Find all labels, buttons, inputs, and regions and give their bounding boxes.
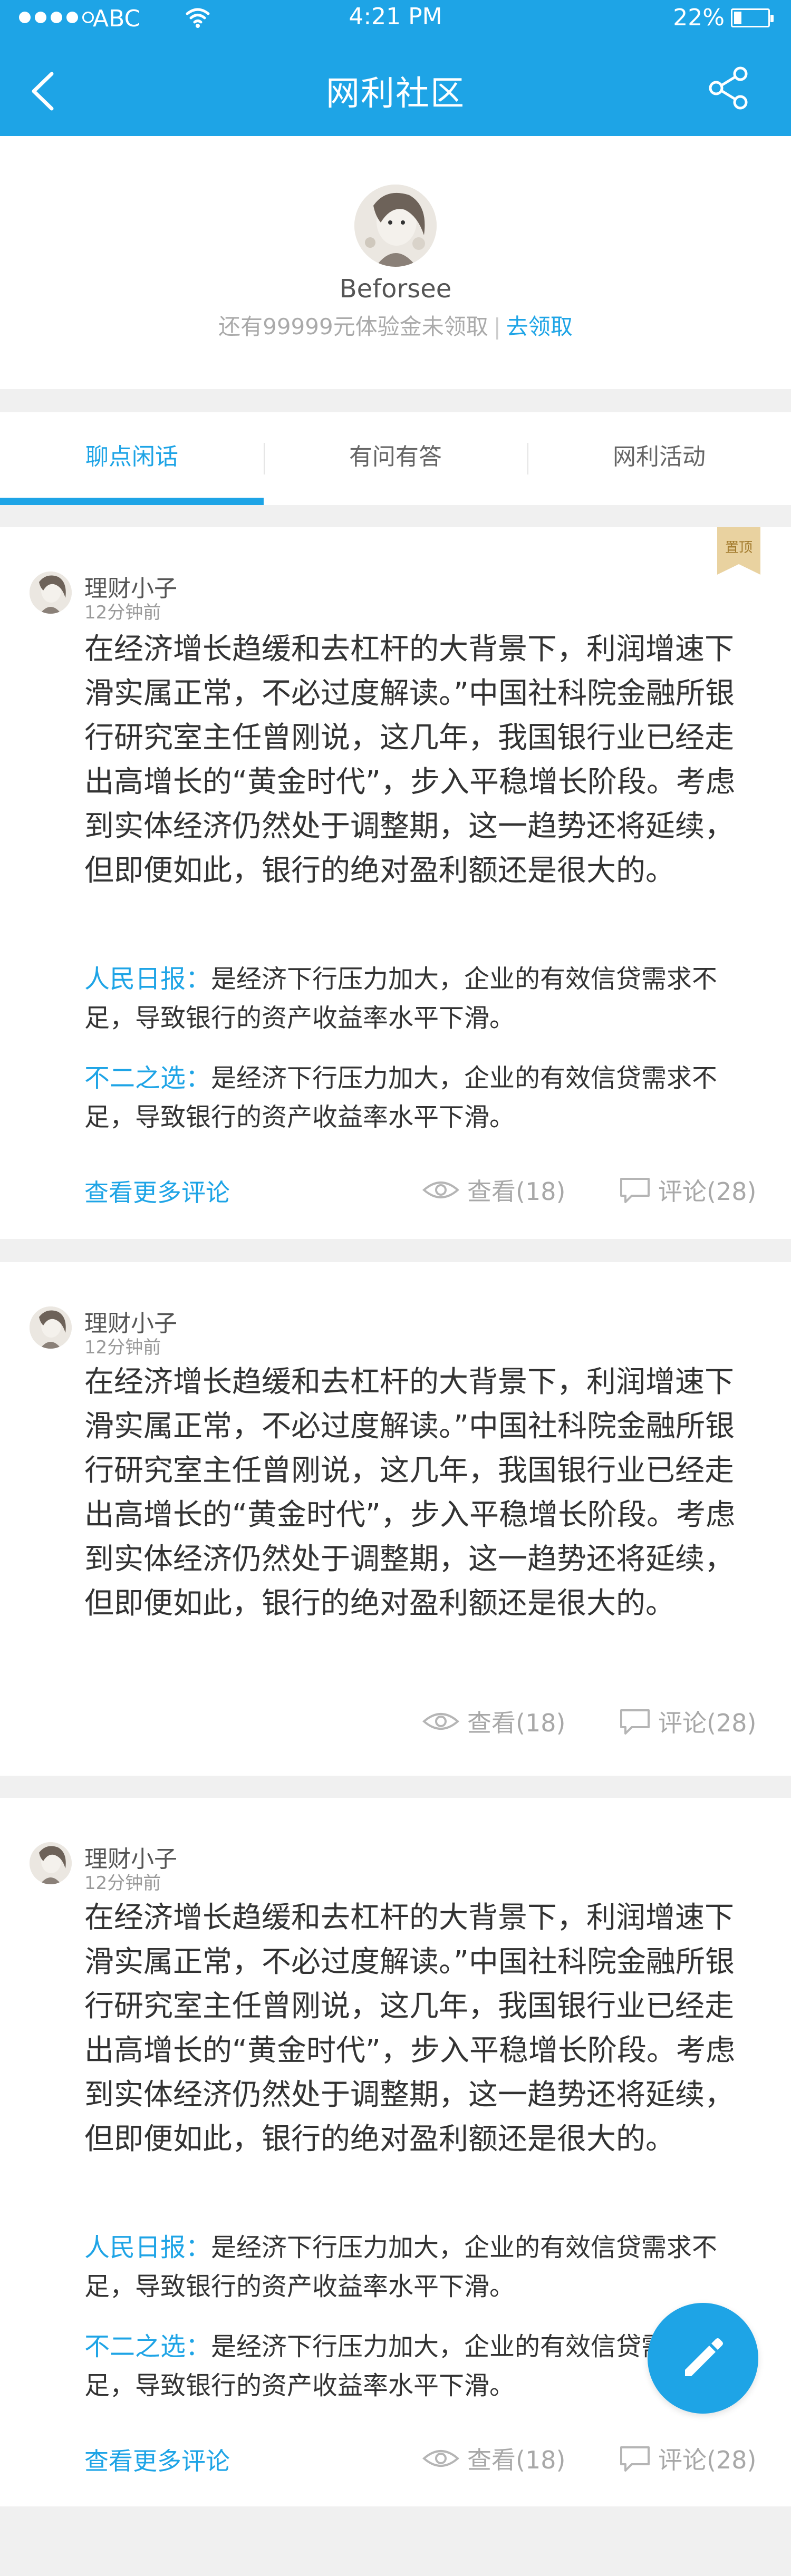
author-avatar[interactable]: [30, 1842, 72, 1884]
post-time: 12分钟前: [84, 602, 161, 623]
status-time: 4:21 PM: [349, 3, 442, 30]
comments-label: 评论(28): [658, 2446, 757, 2474]
comment-item: 人民日报：是经济下行压力加大，企业的有效信贷需求不足，导致银行的资产收益率水平下…: [84, 2228, 760, 2306]
edit-pencil-icon: [685, 2338, 723, 2376]
trial-text: 还有99999元体验金未领取: [218, 314, 488, 340]
eye-icon: [422, 1713, 460, 1730]
view-more-comments-link[interactable]: 查看更多评论: [84, 2442, 230, 2477]
share-icon[interactable]: [707, 65, 752, 111]
profile-card: Beforsee 还有99999元体验金未领取 | 去领取: [0, 136, 791, 389]
commenter-name[interactable]: 人民日报：: [84, 964, 211, 994]
comments-count[interactable]: 评论(28): [619, 2441, 756, 2476]
comments-count[interactable]: 评论(28): [619, 1704, 756, 1739]
comments-label: 评论(28): [658, 1177, 757, 1206]
commenter-name[interactable]: 人民日报：: [84, 2233, 211, 2262]
battery-icon: [731, 8, 774, 27]
author-avatar[interactable]: [30, 1306, 72, 1349]
comments-count[interactable]: 评论(28): [619, 1173, 756, 1207]
comment-bubble-icon: [620, 1178, 650, 1203]
post-card: 理财小子 12分钟前 在经济增长趋缓和去杠杆的大背景下，利润增速下滑实属正常，不…: [0, 1262, 791, 1776]
post-time: 12分钟前: [84, 1873, 161, 1894]
tab-activities[interactable]: 网利活动: [527, 412, 791, 505]
claim-link[interactable]: 去领取: [506, 314, 573, 340]
comment-item: 人民日报：是经济下行压力加大，企业的有效信贷需求不足，导致银行的资产收益率水平下…: [84, 960, 760, 1038]
author-avatar[interactable]: [30, 572, 72, 614]
eye-icon: [422, 1182, 460, 1198]
eye-icon: [422, 2450, 460, 2467]
pin-label: 置顶: [725, 540, 753, 556]
comments-label: 评论(28): [658, 1709, 757, 1737]
avatar[interactable]: [354, 185, 437, 267]
views-label: 查看(18): [467, 2446, 566, 2474]
views-count[interactable]: 查看(18): [422, 1704, 565, 1739]
post-body: 在经济增长趋缓和去杠杆的大背景下，利润增速下滑实属正常，不必过度解读。”中国社科…: [84, 1365, 736, 1621]
views-label: 查看(18): [467, 1709, 566, 1737]
comment-item: 不二之选：是经济下行压力加大，企业的有效信贷需求不足，导致银行的资产收益率水平下…: [84, 1059, 760, 1137]
comment-bubble-icon: [620, 2446, 650, 2472]
separator: |: [493, 314, 501, 340]
post-body: 在经济增长趋缓和去杠杆的大背景下，利润增速下滑实属正常，不必过度解读。”中国社科…: [84, 1901, 736, 2156]
view-more-comments-link[interactable]: 查看更多评论: [84, 1174, 230, 1208]
tab-chat[interactable]: 聊点闲话: [0, 412, 264, 505]
commenter-name[interactable]: 不二之选：: [84, 2332, 211, 2361]
status-bar: ABC 4:21 PM 22%: [0, 0, 791, 38]
tab-bar: 聊点闲话 有问有答 网利活动: [0, 412, 791, 505]
username: Beforsee: [339, 274, 452, 304]
commenter-name[interactable]: 不二之选：: [84, 1063, 211, 1093]
battery-percent: 22%: [673, 4, 725, 31]
comment-bubble-icon: [620, 1709, 650, 1735]
trial-fund-notice: 还有99999元体验金未领取 | 去领取: [0, 309, 791, 341]
post-card: 置顶 理财小子 12分钟前 在经济增长趋缓和去杠杆的大背景下，利润增速下滑实属正…: [0, 527, 791, 1239]
tab-qa[interactable]: 有问有答: [264, 412, 527, 505]
page-title: 网利社区: [326, 74, 465, 113]
app-header: ABC 4:21 PM 22% 网利社区: [0, 0, 791, 136]
post-time: 12分钟前: [84, 1337, 161, 1358]
compose-button[interactable]: [648, 2303, 758, 2414]
views-count[interactable]: 查看(18): [422, 1173, 565, 1207]
pin-badge: 置顶: [717, 527, 760, 575]
views-label: 查看(18): [467, 1177, 566, 1206]
post-body: 在经济增长趋缓和去杠杆的大背景下，利润增速下滑实属正常，不必过度解读。”中国社科…: [84, 632, 736, 888]
views-count[interactable]: 查看(18): [422, 2441, 565, 2476]
